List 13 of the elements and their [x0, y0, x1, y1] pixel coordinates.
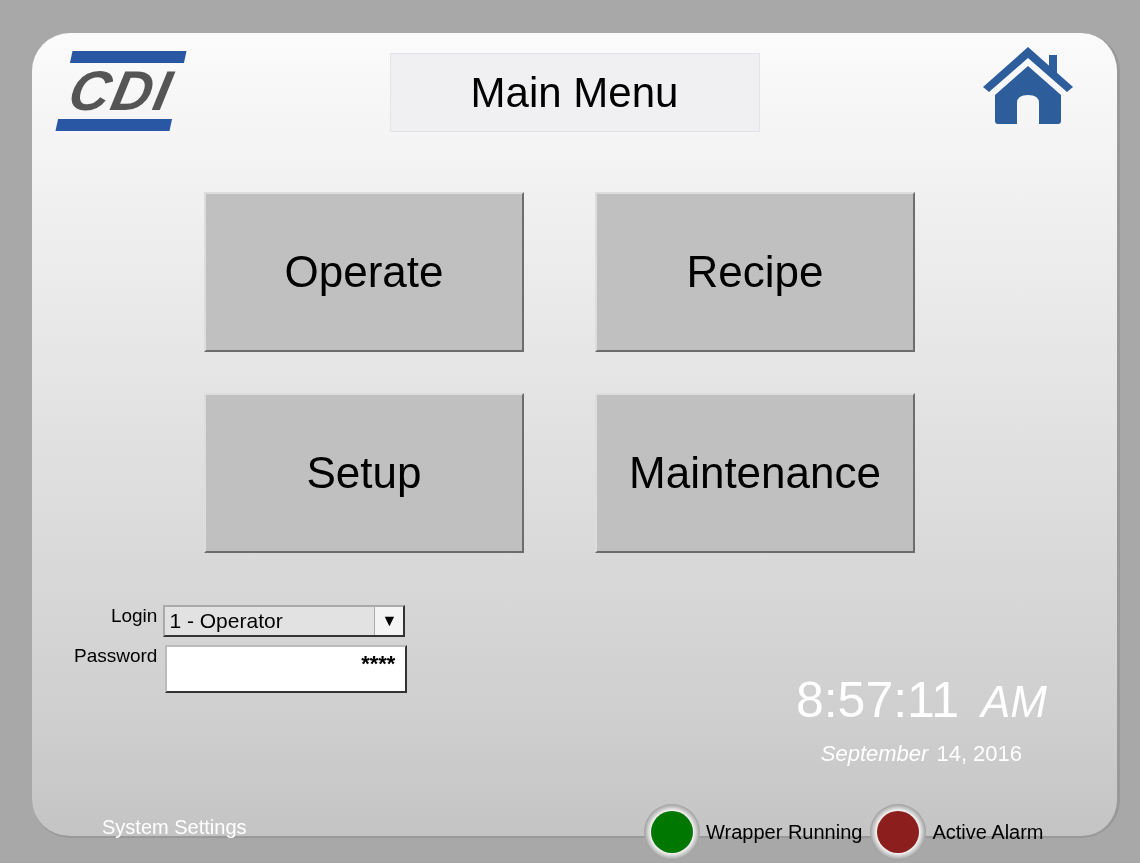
indicator-label: Wrapper Running [706, 820, 863, 844]
login-label: Login [109, 605, 158, 627]
menu-button[interactable]: Recipe [595, 192, 915, 352]
menu-button[interactable]: Maintenance [595, 393, 915, 553]
indicator-label: Active Alarm [932, 820, 1044, 844]
password-label: Password [74, 645, 158, 667]
company-logo: CDI [55, 51, 187, 131]
login-dropdown[interactable]: 1 - Operator ▼ [163, 605, 406, 637]
password-field[interactable]: **** [165, 645, 408, 693]
menu-button[interactable]: Operate [204, 192, 524, 352]
menu-button[interactable]: Setup [204, 393, 524, 553]
home-icon[interactable] [981, 45, 1075, 125]
screen-title: Main Menu [389, 53, 760, 132]
